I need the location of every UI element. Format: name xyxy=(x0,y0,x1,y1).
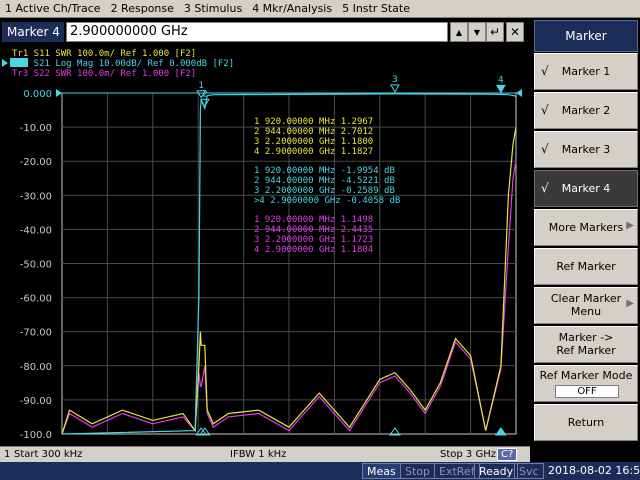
marker-table-row: 4 2.9000000 GHz 1.1827 xyxy=(254,147,373,157)
reference-right-icon xyxy=(516,89,522,97)
marker-table-row: 2 944.00000 MHz -4.5221 dB xyxy=(254,176,395,186)
return-button[interactable]: Return xyxy=(534,404,638,441)
close-entry-button[interactable]: ✕ xyxy=(506,22,524,42)
ifbw[interactable]: IFBW 1 kHz xyxy=(230,449,286,460)
marker-4-label: 4 xyxy=(498,75,504,85)
return-label: Return xyxy=(567,416,605,429)
menu-stimulus[interactable]: 3 Stimulus xyxy=(179,0,247,17)
marker-table-row: 1 920.00000 MHz -1.9954 dB xyxy=(254,166,395,176)
ref-marker-mode-button[interactable]: Ref Marker Mode OFF xyxy=(534,365,638,402)
y-tick-label: -40.00 xyxy=(20,225,52,236)
clear-marker-label-line2: Menu xyxy=(570,305,602,318)
entry-title: Marker 4 xyxy=(2,22,64,42)
y-tick-label: -30.00 xyxy=(20,191,52,202)
marker-table-row: 4 2.9000000 GHz 1.1804 xyxy=(254,245,373,255)
trace-display[interactable]: 0.000 -10.00 -20.00 -30.00 -40.00 -50.00 -60.0… xyxy=(0,46,530,446)
marker-1-label: Marker 1 xyxy=(561,65,611,78)
ref-marker-mode-label: Ref Marker Mode xyxy=(539,369,633,382)
marker-to-label-line1: Marker -> xyxy=(558,331,614,344)
trace-legend-3: Tr3 S22 SWR 100.0m/ Ref 1.000 [F2] xyxy=(12,69,196,79)
marker-to-ref-marker-button[interactable]: Marker -> Ref Marker xyxy=(534,326,638,363)
marker-3-button[interactable]: √ Marker 3 xyxy=(534,131,638,168)
clear-marker-label-line1: Clear Marker xyxy=(550,292,622,305)
marker-table-row: 1 920.00000 MHz 1.2967 xyxy=(254,117,373,127)
y-tick-label: -10.00 xyxy=(20,123,52,134)
marker-table-row: 3 2.2000000 GHz 1.1723 xyxy=(254,235,373,245)
marker-table-row: 3 2.2000000 GHz -0.2589 dB xyxy=(254,186,395,196)
reference-left-icon xyxy=(56,89,62,97)
menu-mkr-analysis[interactable]: 4 Mkr/Analysis xyxy=(247,0,337,17)
clear-marker-menu-button[interactable]: Clear Marker Menu ▶ xyxy=(534,287,638,324)
marker-3-triangle xyxy=(390,84,400,93)
meas-status: Meas xyxy=(362,463,401,479)
trace-chart[interactable]: 0.000 -10.00 -20.00 -30.00 -40.00 -50.00 -60.0… xyxy=(0,46,530,446)
ref-marker-label: Ref Marker xyxy=(556,260,616,273)
marker-3: 3 xyxy=(388,75,401,436)
y-tick-label: -70.00 xyxy=(20,328,52,339)
more-markers-button[interactable]: More Markers ▶ xyxy=(534,209,638,246)
close-icon: ✕ xyxy=(509,25,521,39)
menu-instr-state[interactable]: 5 Instr State xyxy=(337,0,415,17)
enter-icon: ↵ xyxy=(489,25,501,39)
marker-table: 1 920.00000 MHz 1.29672 944.00000 MHz 2.… xyxy=(254,117,400,255)
y-tick-label: 0.000 xyxy=(23,89,52,100)
marker-4-label: Marker 4 xyxy=(561,182,611,195)
submenu-arrow-icon: ▶ xyxy=(626,298,634,309)
marker-4-axis-icon xyxy=(494,427,507,436)
marker-2-label: Marker 2 xyxy=(561,104,611,117)
marker-1-button[interactable]: √ Marker 1 xyxy=(534,53,638,90)
channel-number: 1 xyxy=(4,449,11,460)
svc-status: Svc xyxy=(514,463,544,479)
trace-legend-2: Tr2 S21 Log Mag 10.00dB/ Ref 0.000dB [F2… xyxy=(12,59,234,69)
y-axis-labels: 0.000 -10.00 -20.00 -30.00 -40.00 -50.00 -60.0… xyxy=(20,89,52,441)
stop-status: Stop xyxy=(400,463,436,479)
ref-marker-button[interactable]: Ref Marker xyxy=(534,248,638,285)
marker-3-label: 3 xyxy=(392,75,398,85)
marker-2-label: 2 xyxy=(202,89,208,99)
y-tick-label: -50.00 xyxy=(20,260,52,271)
marker-2-button[interactable]: √ Marker 2 xyxy=(534,92,638,129)
softkey-title: Marker xyxy=(534,20,638,52)
marker-3-label: Marker 3 xyxy=(561,143,611,156)
marker-4-button[interactable]: √ Marker 4 xyxy=(534,170,638,207)
more-markers-label: More Markers xyxy=(548,221,624,234)
system-status-bar: Meas Stop ExtRef Ready Svc 2018-08-02 16… xyxy=(0,462,640,480)
marker-table-row: 2 944.00000 MHz 2.4435 xyxy=(254,225,373,235)
menu-bar: 1 Active Ch/Trace 2 Response 3 Stimulus … xyxy=(0,0,640,18)
marker-table-row: 1 920.00000 MHz 1.1498 xyxy=(254,215,373,225)
channel-status-bar: 1 Start 300 kHz IFBW 1 kHz Stop 3 GHz C? xyxy=(0,446,530,462)
menu-response[interactable]: 2 Response xyxy=(106,0,179,17)
start-frequency[interactable]: Start 300 kHz xyxy=(14,449,82,460)
softkey-panel: Marker √ Marker 1 √ Marker 2 √ Marker 3 … xyxy=(532,18,640,462)
step-down-button[interactable]: ▼ xyxy=(468,22,486,42)
entry-bar: Marker 4 2.900000000 GHz ▲ ▼ ↵ ✕ xyxy=(0,18,530,46)
y-tick-label: -60.00 xyxy=(20,294,52,305)
ref-marker-mode-value: OFF xyxy=(555,385,619,398)
ready-status: Ready xyxy=(474,463,519,479)
marker-to-label-line2: Ref Marker xyxy=(556,344,616,357)
y-tick-label: -90.00 xyxy=(20,396,52,407)
y-tick-label: -80.00 xyxy=(20,362,52,373)
cal-status-badge: C? xyxy=(497,448,518,461)
trace-legend: Tr1 S11 SWR 100.0m/ Ref 1.000 [F2]Tr2 S2… xyxy=(2,49,234,79)
menu-active-ch-trace[interactable]: 1 Active Ch/Trace xyxy=(0,0,106,17)
arrow-down-icon: ▼ xyxy=(473,27,481,37)
y-tick-label: -20.00 xyxy=(20,157,52,168)
marker-frequency-input[interactable]: 2.900000000 GHz xyxy=(66,22,448,42)
extref-status: ExtRef xyxy=(434,463,480,479)
y-tick-label: -100.0 xyxy=(20,430,52,441)
active-trace-icon xyxy=(2,59,8,67)
trace-legend-1: Tr1 S11 SWR 100.0m/ Ref 1.000 [F2] xyxy=(12,49,196,59)
date-time: 2018-08-02 16:58 xyxy=(548,464,640,477)
marker-table-row: >4 2.9000000 GHz -0.4058 dB xyxy=(254,196,400,206)
enter-button[interactable]: ↵ xyxy=(486,22,504,42)
marker-4-triangle xyxy=(496,84,506,94)
marker-table-row: 2 944.00000 MHz 2.7012 xyxy=(254,127,373,137)
arrow-up-icon: ▲ xyxy=(455,27,463,37)
marker-table-row: 3 2.2000000 GHz 1.1800 xyxy=(254,137,373,147)
stop-frequency[interactable]: Stop 3 GHz xyxy=(440,449,496,460)
submenu-arrow-icon: ▶ xyxy=(626,220,634,231)
step-up-button[interactable]: ▲ xyxy=(450,22,468,42)
